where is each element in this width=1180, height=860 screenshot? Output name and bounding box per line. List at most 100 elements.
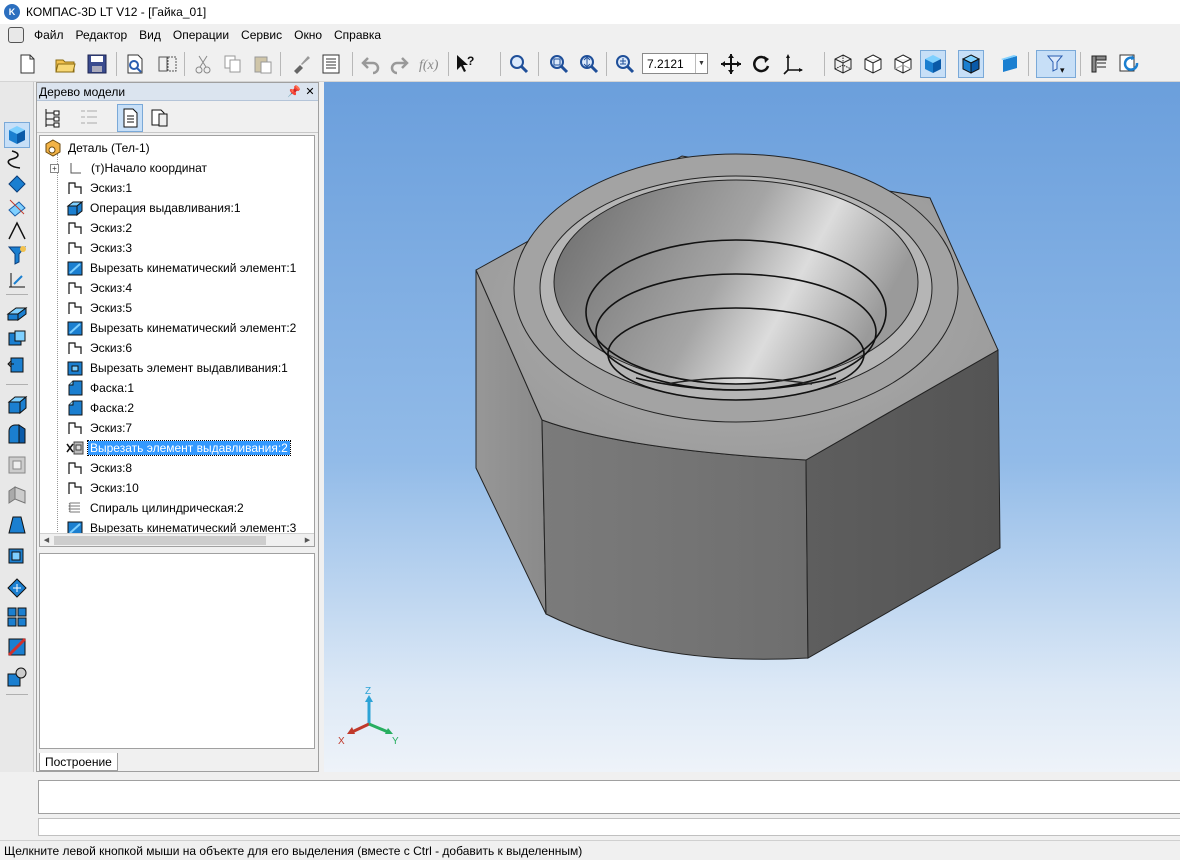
rib-icon[interactable] [4, 482, 30, 508]
tab-construction[interactable]: Построение [39, 753, 118, 771]
model-tree[interactable]: Деталь (Тел-1) + (т)Начало координат Эскиз… [39, 135, 315, 547]
tree-item[interactable]: Вырезать кинематический элемент:1 [66, 258, 298, 278]
fx-function-icon[interactable]: f(x) [416, 50, 442, 78]
3d-viewport[interactable]: Z X Y [324, 82, 1180, 772]
wireframe-icon[interactable] [830, 50, 856, 78]
tree-item[interactable]: Эскиз:3 [66, 238, 134, 258]
shell-icon[interactable] [4, 452, 30, 478]
zoom-fit-icon[interactable] [612, 50, 638, 78]
help-pointer-icon[interactable]: ? [452, 50, 478, 78]
redo-icon[interactable] [386, 50, 412, 78]
boolean-tool-icon[interactable] [4, 326, 30, 352]
pin-icon[interactable]: 📌 [286, 85, 302, 98]
menu-service[interactable]: Сервис [235, 28, 288, 42]
zoom-scale-icon[interactable] [576, 50, 602, 78]
tree-export-icon[interactable] [147, 104, 173, 132]
align-icon[interactable] [154, 50, 180, 78]
tree-item[interactable]: Операция выдавливания:1 [66, 198, 243, 218]
tree-item[interactable]: Фаска:2 [66, 398, 136, 418]
new-document-icon[interactable] [14, 50, 40, 78]
svg-text:▾: ▾ [1060, 65, 1065, 75]
pan-icon[interactable] [718, 50, 744, 78]
fillet-icon[interactable] [4, 422, 30, 448]
axes-triad: Z X Y [338, 686, 399, 747]
shaded-icon[interactable] [920, 50, 946, 78]
solid-mode-icon[interactable] [4, 122, 30, 148]
pattern-icon[interactable] [4, 542, 30, 568]
undo-icon[interactable] [358, 50, 384, 78]
scroll-right-icon[interactable]: ▶ [301, 534, 314, 546]
tree-item[interactable]: Эскиз:5 [66, 298, 134, 318]
menu-editor[interactable]: Редактор [70, 28, 134, 42]
tree-item[interactable]: + (т)Начало координат [50, 158, 209, 178]
tree-structure-icon[interactable] [39, 104, 65, 132]
tree-item[interactable]: Фаска:1 [66, 378, 136, 398]
rotate-icon[interactable] [748, 50, 774, 78]
tree-item[interactable]: Эскиз:1 [66, 178, 134, 198]
property-bar[interactable] [38, 780, 1180, 814]
tree-item[interactable]: Эскиз:4 [66, 278, 134, 298]
copy-icon[interactable] [220, 50, 246, 78]
menu-view[interactable]: Вид [133, 28, 167, 42]
close-icon[interactable]: ✕ [302, 85, 318, 98]
tree-item-label: Эскиз:5 [90, 301, 133, 315]
scrollbar-thumb[interactable] [54, 536, 266, 545]
menu-file[interactable]: Файл [28, 28, 70, 42]
tree-item-label: Эскиз:8 [90, 461, 133, 475]
zoom-in-out-icon[interactable] [546, 50, 572, 78]
dimensions-icon[interactable] [4, 218, 30, 244]
orient-axes-icon[interactable] [780, 50, 806, 78]
tree-item[interactable]: Вырезать элемент выдавливания:2 [66, 438, 291, 458]
tree-item[interactable]: Эскиз:6 [66, 338, 134, 358]
thin-hidden-lines-icon[interactable] [890, 50, 916, 78]
extrude-tool-icon[interactable] [4, 300, 30, 326]
triad-icon[interactable] [1086, 50, 1112, 78]
expand-plus-icon[interactable]: + [50, 163, 59, 173]
document-menu-icon[interactable] [8, 27, 24, 43]
tree-item[interactable]: Эскиз:10 [66, 478, 141, 498]
zoom-scale-field[interactable]: 7.2121 ▼ [642, 53, 708, 74]
cut-extrude-icon[interactable] [4, 392, 30, 418]
preview-icon[interactable] [122, 50, 148, 78]
scroll-left-icon[interactable]: ◀ [40, 534, 53, 546]
measure-icon[interactable] [4, 266, 30, 292]
brush-icon[interactable] [288, 50, 314, 78]
tree-root[interactable]: Деталь (Тел-1) [44, 138, 152, 158]
tree-item[interactable]: Вырезать кинематический элемент:2 [66, 318, 298, 338]
rebuild-icon[interactable] [1116, 50, 1142, 78]
chevron-down-icon[interactable]: ▼ [695, 54, 707, 73]
tree-horizontal-scrollbar[interactable]: ◀ ▶ [40, 533, 314, 546]
tree-document-icon[interactable] [117, 104, 143, 132]
auxiliary-geometry-icon[interactable] [4, 194, 30, 220]
tree-item[interactable]: Спираль цилиндрическая:2 [66, 498, 246, 518]
tree-item[interactable]: Эскиз:8 [66, 458, 134, 478]
array-icon[interactable] [4, 604, 30, 630]
spatial-curves-icon[interactable] [4, 146, 30, 172]
delete-body-icon[interactable] [4, 634, 30, 660]
tree-item[interactable]: Эскиз:7 [66, 418, 134, 438]
library-icon[interactable] [4, 664, 30, 690]
shaded-edges-icon[interactable] [958, 50, 984, 78]
perspective-icon[interactable] [996, 50, 1022, 78]
draft-icon[interactable] [4, 512, 30, 538]
cut-icon[interactable] [190, 50, 216, 78]
properties-icon[interactable] [318, 50, 344, 78]
menu-window[interactable]: Окно [288, 28, 328, 42]
tree-display-mode-icon[interactable] [69, 104, 109, 132]
mirror-icon[interactable] [4, 574, 30, 600]
sketch-icon [68, 462, 82, 474]
assembly-tool-icon[interactable] [4, 352, 30, 378]
surfaces-icon[interactable] [4, 170, 30, 196]
title-bar: K КОМПАС-3D LT V12 - [Гайка_01] [0, 0, 1180, 24]
zoom-window-icon[interactable] [506, 50, 532, 78]
hidden-lines-icon[interactable] [860, 50, 886, 78]
menu-help[interactable]: Справка [328, 28, 387, 42]
save-icon[interactable] [84, 50, 110, 78]
open-folder-icon[interactable] [52, 50, 78, 78]
filter-objects-icon[interactable]: ▾ [1036, 50, 1076, 78]
menu-operations[interactable]: Операции [167, 28, 235, 42]
paste-icon[interactable] [250, 50, 276, 78]
tree-item[interactable]: Эскиз:2 [66, 218, 134, 238]
tree-item[interactable]: Вырезать элемент выдавливания:1 [66, 358, 290, 378]
filter-tool-icon[interactable] [4, 242, 30, 268]
